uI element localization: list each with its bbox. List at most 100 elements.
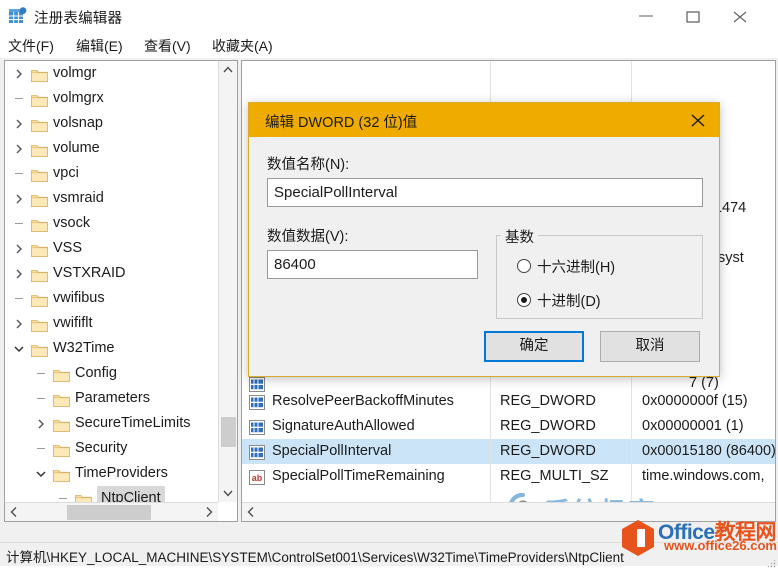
cell-name: ResolvePeerBackoffMinutes bbox=[272, 393, 454, 409]
office-watermark: Office教程网 www.office26.com bbox=[618, 516, 778, 560]
chevron-right-icon[interactable] bbox=[13, 111, 26, 136]
scroll-down-button[interactable] bbox=[219, 484, 237, 502]
radio-dec-indicator bbox=[517, 293, 531, 307]
table-row[interactable]: SignatureAuthAllowed REG_DWORD 0x00000001 … bbox=[242, 414, 775, 439]
tree-item-vwififlt[interactable]: vwififlt bbox=[5, 311, 219, 336]
scroll-up-button[interactable] bbox=[219, 61, 237, 79]
tree-item-label: Security bbox=[75, 440, 128, 456]
tree-item-vsock[interactable]: vsock bbox=[5, 211, 219, 236]
cancel-button[interactable]: 取消 bbox=[600, 331, 700, 362]
radio-hex-indicator bbox=[517, 259, 531, 273]
folder-icon bbox=[31, 316, 48, 332]
string-icon: ab bbox=[249, 469, 265, 485]
tree-item-label: vsock bbox=[53, 215, 91, 231]
chevron-right-icon[interactable] bbox=[13, 236, 26, 261]
registry-tree[interactable]: volmgr volmgrx volsnap volume vpci vsmraid vso… bbox=[5, 61, 219, 521]
table-row[interactable]: ResolvePeerBackoffMinutes REG_DWORD 0x0000… bbox=[242, 389, 775, 414]
close-button[interactable] bbox=[717, 0, 763, 32]
chevron-right-icon[interactable] bbox=[13, 61, 26, 86]
dword-icon bbox=[249, 419, 265, 435]
base-group-label: 基数 bbox=[501, 226, 538, 247]
scroll-left-button[interactable] bbox=[5, 503, 23, 521]
menu-item-view[interactable]: 查看(V) bbox=[144, 36, 191, 56]
folder-icon bbox=[31, 241, 48, 257]
tree-vertical-scrollbar[interactable] bbox=[218, 61, 237, 502]
cell-type: REG_DWORD bbox=[500, 443, 596, 459]
dword-icon bbox=[249, 394, 265, 410]
tree-item-vstxraid[interactable]: VSTXRAID bbox=[5, 261, 219, 286]
tree-item-vsmraid[interactable]: vsmraid bbox=[5, 186, 219, 211]
menu-item-file[interactable]: 文件(F) bbox=[8, 36, 54, 56]
value-data-input[interactable]: 86400 bbox=[267, 250, 478, 279]
window-title: 注册表编辑器 bbox=[34, 11, 123, 27]
window-title-bar: 注册表编辑器 bbox=[0, 0, 778, 32]
registry-tree-pane[interactable]: volmgr volmgrx volsnap volume vpci vsmraid vso… bbox=[4, 60, 238, 522]
tree-item-vss[interactable]: VSS bbox=[5, 236, 219, 261]
folder-icon bbox=[53, 466, 70, 482]
cell-type: REG_DWORD bbox=[500, 418, 596, 434]
folder-icon bbox=[31, 91, 48, 107]
folder-icon bbox=[53, 391, 70, 407]
tree-item-label: SecureTimeLimits bbox=[75, 415, 191, 431]
maximize-button[interactable] bbox=[670, 0, 716, 32]
registry-editor-window: 注册表编辑器 文件(F) 编辑(E) 查看(V) 收藏夹(A) volmgr vo… bbox=[0, 0, 778, 568]
tree-item-vwifibus[interactable]: vwifibus bbox=[5, 286, 219, 311]
folder-icon bbox=[31, 166, 48, 182]
cell-name: SignatureAuthAllowed bbox=[272, 418, 415, 434]
chevron-right-icon[interactable] bbox=[13, 136, 26, 161]
tree-item-volmgrx[interactable]: volmgrx bbox=[5, 86, 219, 111]
tree-line bbox=[35, 386, 48, 411]
table-row[interactable]: SpecialPollInterval REG_DWORD 0x00015180 (… bbox=[242, 439, 775, 464]
tree-item-timeproviders[interactable]: TimeProviders bbox=[5, 461, 219, 486]
scroll-right-button[interactable] bbox=[200, 503, 218, 521]
tree-item-securetimelimits[interactable]: SecureTimeLimits bbox=[5, 411, 219, 436]
chevron-down-icon[interactable] bbox=[35, 461, 48, 486]
tree-item-w32time[interactable]: W32Time bbox=[5, 336, 219, 361]
menu-bar: 文件(F) 编辑(E) 查看(V) 收藏夹(A) bbox=[0, 32, 778, 58]
tree-item-label: Parameters bbox=[75, 390, 150, 406]
radio-hex-label: 十六进制(H) bbox=[537, 260, 616, 276]
menu-item-favorites[interactable]: 收藏夹(A) bbox=[212, 36, 273, 56]
tree-hscroll-thumb[interactable] bbox=[67, 505, 151, 520]
dialog-body: 数值名称(N): SpecialPollInterval 数值数据(V): 86… bbox=[249, 137, 719, 376]
tree-line bbox=[35, 436, 48, 461]
tree-horizontal-scrollbar[interactable] bbox=[5, 502, 218, 521]
dword-icon bbox=[249, 444, 265, 460]
tree-item-label: VSTXRAID bbox=[53, 265, 126, 281]
tree-item-volume[interactable]: volume bbox=[5, 136, 219, 161]
tree-item-vpci[interactable]: vpci bbox=[5, 161, 219, 186]
folder-icon bbox=[31, 116, 48, 132]
tree-item-volsnap[interactable]: volsnap bbox=[5, 111, 219, 136]
cell-type: REG_DWORD bbox=[500, 393, 596, 409]
folder-icon bbox=[53, 366, 70, 382]
list-scroll-left-button[interactable] bbox=[242, 503, 260, 521]
folder-icon bbox=[53, 441, 70, 457]
chevron-right-icon[interactable] bbox=[13, 261, 26, 286]
tree-item-config[interactable]: Config bbox=[5, 361, 219, 386]
chevron-right-icon[interactable] bbox=[13, 311, 26, 336]
tree-scroll-thumb[interactable] bbox=[221, 417, 236, 447]
tree-item-label: vpci bbox=[53, 165, 79, 181]
office-watermark-url: www.office26.com bbox=[664, 538, 777, 553]
tree-item-security[interactable]: Security bbox=[5, 436, 219, 461]
menu-item-edit[interactable]: 编辑(E) bbox=[76, 36, 123, 56]
folder-icon bbox=[31, 66, 48, 82]
ok-button[interactable]: 确定 bbox=[484, 331, 584, 362]
tree-item-label: vsmraid bbox=[53, 190, 104, 206]
tree-line bbox=[13, 161, 26, 186]
chevron-right-icon[interactable] bbox=[13, 186, 26, 211]
minimize-button[interactable] bbox=[623, 0, 669, 32]
folder-icon bbox=[53, 416, 70, 432]
tree-item-parameters[interactable]: Parameters bbox=[5, 386, 219, 411]
tree-item-volmgr[interactable]: volmgr bbox=[5, 61, 219, 86]
table-row[interactable]: ab SpecialPollTimeRemaining REG_MULTI_SZ ti… bbox=[242, 464, 775, 489]
folder-icon bbox=[31, 141, 48, 157]
tree-item-label: W32Time bbox=[53, 340, 115, 356]
chevron-right-icon[interactable] bbox=[35, 411, 48, 436]
value-name-input[interactable]: SpecialPollInterval bbox=[267, 178, 703, 207]
main-content: volmgr volmgrx volsnap volume vpci vsmraid vso… bbox=[0, 58, 778, 540]
tree-item-label: volmgrx bbox=[53, 90, 104, 106]
dialog-close-button[interactable] bbox=[675, 103, 719, 137]
registry-editor-icon bbox=[9, 7, 27, 25]
chevron-down-icon[interactable] bbox=[13, 336, 26, 361]
